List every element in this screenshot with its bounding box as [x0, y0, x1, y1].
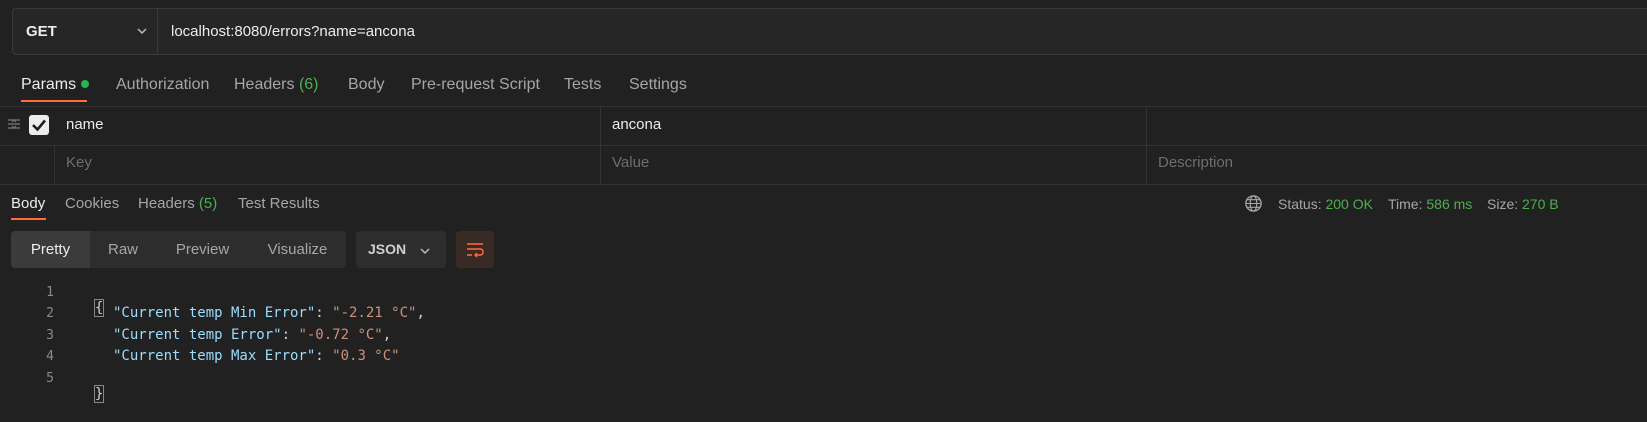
line-number: 3 — [46, 328, 54, 343]
code-line[interactable]: { — [78, 284, 105, 317]
view-mode-group: Pretty Raw Preview Visualize — [11, 231, 346, 268]
json-close-brace: } — [93, 385, 105, 403]
json-value: "0.3 °C" — [332, 348, 400, 364]
tab-settings[interactable]: Settings — [629, 75, 687, 95]
tab-headers-label: Headers — [234, 76, 295, 93]
chevron-down-icon — [137, 28, 147, 35]
method-label: GET — [26, 23, 57, 40]
json-key: "Current temp Error" — [113, 327, 282, 343]
key-placeholder-input[interactable]: Key — [66, 154, 92, 171]
param-key[interactable]: name — [66, 116, 104, 133]
response-time[interactable]: Time: 586 ms — [1388, 194, 1472, 214]
format-label: JSON — [368, 241, 407, 257]
json-colon: : — [315, 305, 333, 321]
code-line[interactable]: "Current temp Error": "-0.72 °C", — [113, 327, 391, 343]
line-number: 5 — [46, 371, 54, 386]
json-colon: : — [315, 348, 333, 364]
response-tab-test-results[interactable]: Test Results — [238, 194, 320, 214]
line-number: 4 — [46, 349, 54, 364]
param-value[interactable]: ancona — [612, 116, 661, 133]
code-line[interactable]: } — [78, 370, 105, 403]
headers-count-badge: (6) — [298, 76, 319, 93]
format-select[interactable]: JSON — [356, 231, 446, 268]
checkbox-checked-icon — [32, 119, 46, 132]
tab-prerequest-script[interactable]: Pre-request Script — [411, 75, 540, 95]
view-preview-button[interactable]: Preview — [156, 231, 249, 268]
response-size[interactable]: Size: 270 B — [1487, 194, 1559, 214]
json-colon: : — [281, 327, 299, 343]
time-label: Time: — [1388, 196, 1423, 212]
chevron-down-icon — [420, 248, 430, 255]
view-raw-button[interactable]: Raw — [90, 231, 156, 268]
wrap-lines-button[interactable] — [456, 231, 494, 268]
param-description[interactable] — [1158, 116, 1638, 136]
code-line[interactable]: "Current temp Max Error": "0.3 °C" — [113, 348, 400, 364]
tab-headers[interactable]: Headers (6) — [234, 75, 319, 95]
active-tab-indicator — [21, 100, 87, 102]
param-enabled-checkbox[interactable] — [29, 115, 49, 135]
description-placeholder-input[interactable]: Description — [1158, 154, 1233, 171]
json-open-brace: { — [93, 299, 105, 317]
method-select[interactable]: GET — [13, 9, 158, 54]
line-number: 1 — [46, 285, 54, 300]
json-key: "Current temp Min Error" — [113, 305, 316, 321]
response-tab-cookies[interactable]: Cookies — [65, 194, 119, 214]
view-visualize-button[interactable]: Visualize — [249, 231, 346, 268]
tab-params-label: Params — [21, 76, 77, 93]
size-value: 270 B — [1522, 196, 1559, 212]
tab-tests[interactable]: Tests — [564, 75, 601, 95]
size-label: Size: — [1487, 196, 1519, 212]
globe-icon[interactable] — [1244, 194, 1263, 213]
response-headers-label: Headers — [138, 195, 195, 212]
response-tab-headers[interactable]: Headers (5) — [138, 194, 217, 214]
params-active-dot — [81, 80, 90, 88]
drag-handle-icon[interactable] — [7, 117, 21, 131]
url-bar: GET localhost:8080/errors?name=ancona — [12, 8, 1647, 55]
wrap-lines-icon — [467, 243, 484, 258]
tab-body[interactable]: Body — [348, 75, 384, 95]
json-comma: , — [416, 305, 425, 321]
tab-params[interactable]: Params — [21, 75, 90, 95]
response-headers-count: (5) — [198, 195, 218, 212]
tab-authorization[interactable]: Authorization — [116, 75, 209, 95]
response-active-tab-indicator — [11, 218, 46, 220]
json-comma: , — [382, 327, 392, 343]
line-number: 2 — [46, 306, 54, 321]
view-pretty-button[interactable]: Pretty — [11, 231, 90, 268]
status-label: Status: — [1278, 196, 1322, 212]
url-input[interactable]: localhost:8080/errors?name=ancona — [171, 9, 415, 54]
time-value: 586 ms — [1426, 196, 1473, 212]
code-line[interactable]: "Current temp Min Error": "-2.21 °C", — [113, 305, 425, 321]
json-value: "-2.21 °C" — [332, 305, 417, 321]
value-placeholder-input[interactable]: Value — [612, 154, 649, 171]
response-status[interactable]: Status: 200 OK — [1278, 194, 1373, 214]
response-tab-body[interactable]: Body — [11, 194, 45, 214]
status-value: 200 OK — [1325, 196, 1373, 212]
json-key: "Current temp Max Error" — [113, 348, 316, 364]
json-value: "-0.72 °C" — [298, 327, 383, 343]
